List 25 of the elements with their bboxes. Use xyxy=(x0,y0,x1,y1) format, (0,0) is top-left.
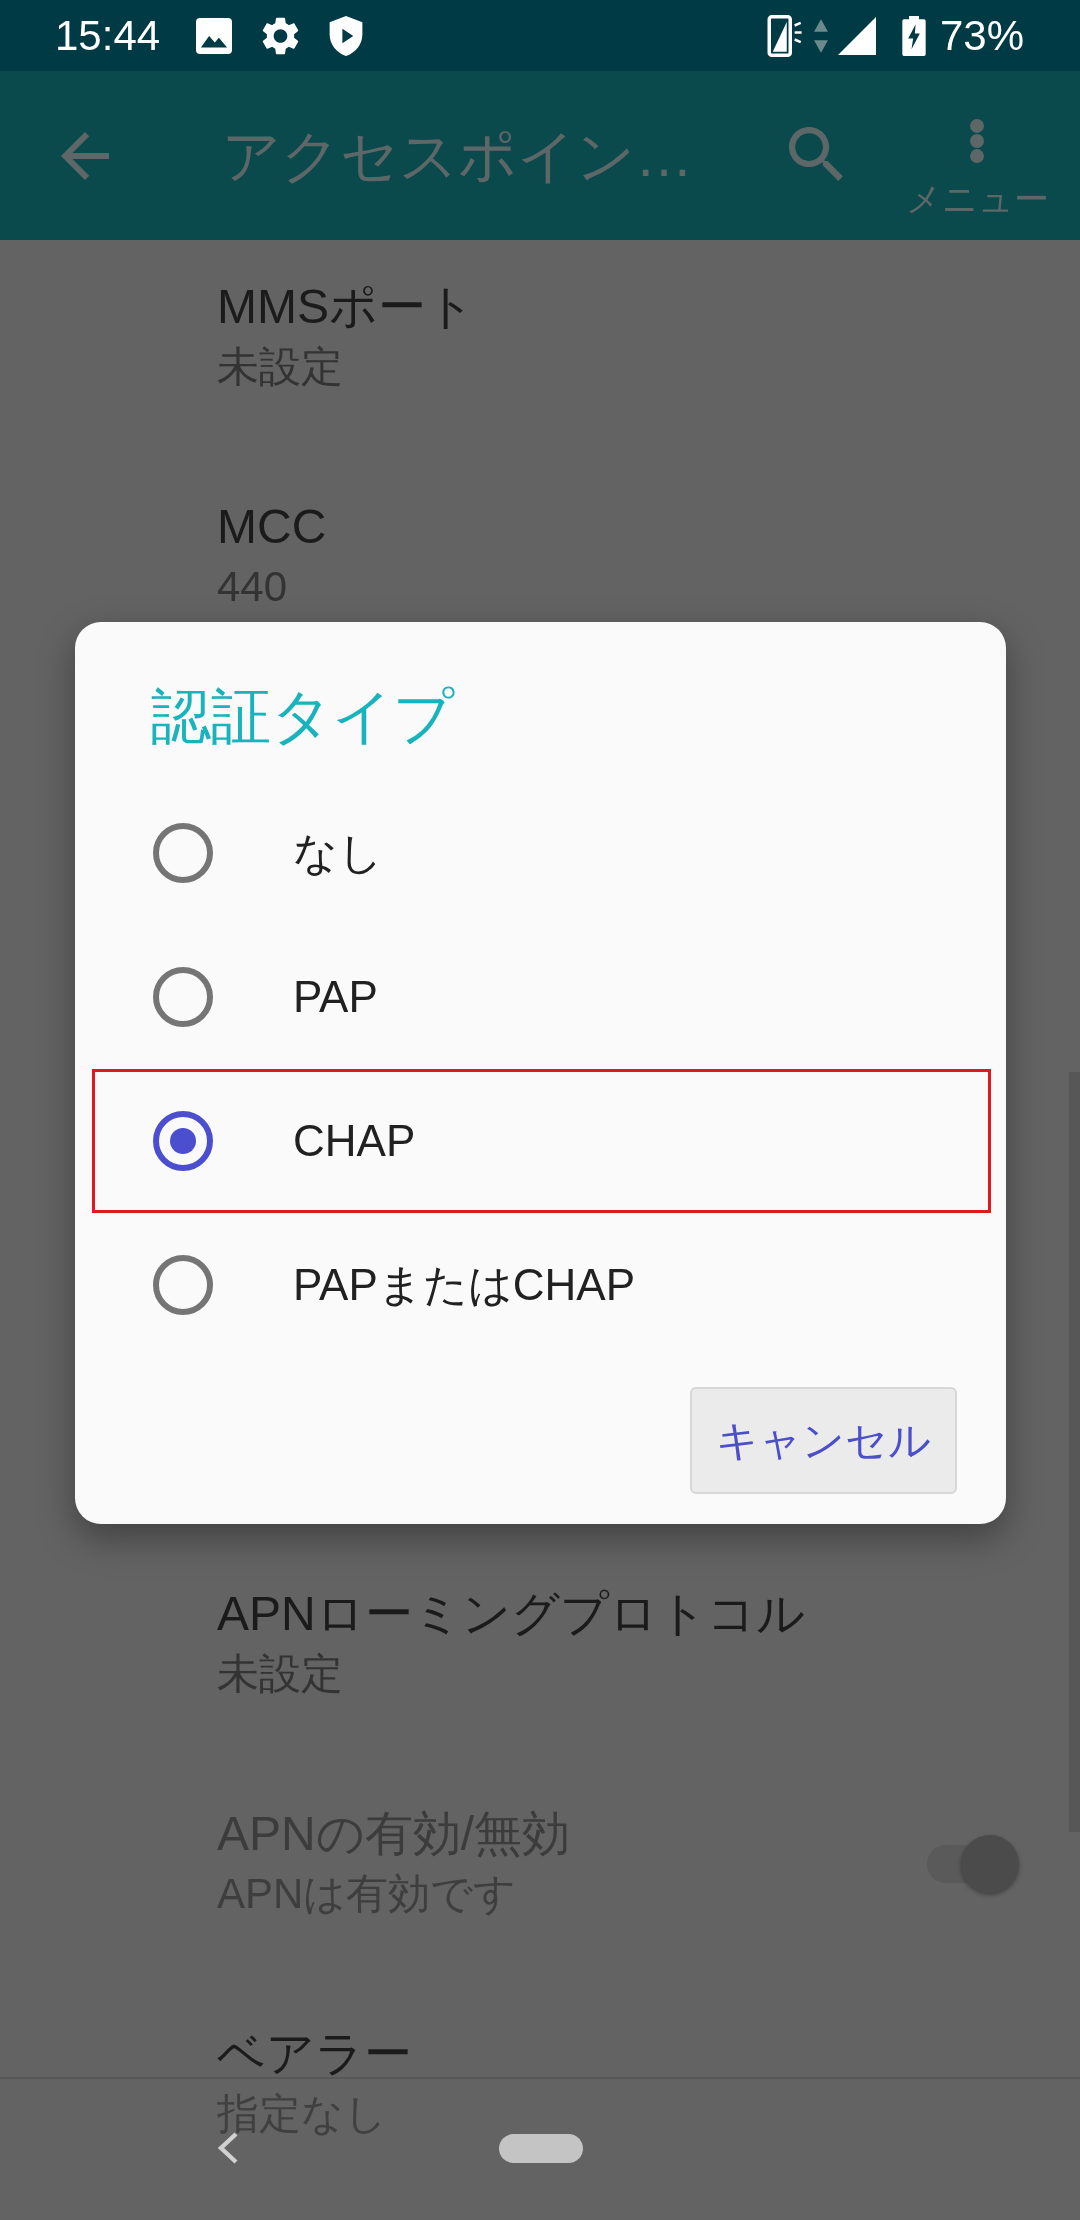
clock-time: 15:44 xyxy=(55,10,161,61)
battery-percent: 73% xyxy=(939,10,1024,61)
cancel-button[interactable]: キャンセル xyxy=(690,1387,957,1494)
radio-option[interactable]: PAP xyxy=(92,925,991,1069)
data-arrows-icon xyxy=(813,18,828,53)
home-pill[interactable] xyxy=(499,2134,583,2163)
radio-option[interactable]: PAPまたはCHAP xyxy=(92,1213,991,1357)
image-icon xyxy=(196,17,233,54)
more-vertical-icon xyxy=(970,119,984,163)
phone-vibrate-icon xyxy=(765,14,804,57)
app-bar-title: アクセスポイン… xyxy=(222,121,693,190)
radio-option[interactable]: なし xyxy=(92,781,991,925)
dialog-title: 認証タイプ xyxy=(151,682,454,752)
setting-title: ベアラー xyxy=(217,2026,412,2082)
radio-option[interactable]: CHAP xyxy=(92,1069,991,1213)
search-icon[interactable] xyxy=(789,127,843,181)
setting-title: MMSポート xyxy=(217,279,475,335)
signal-icon xyxy=(837,16,876,55)
settings-icon xyxy=(262,16,300,55)
setting-title: APNローミングプロトコル xyxy=(217,1586,805,1642)
shield-play-icon xyxy=(329,15,364,56)
nav-back-icon[interactable] xyxy=(217,2132,239,2164)
battery-charging-icon xyxy=(901,15,926,56)
setting-title: MCC xyxy=(217,499,327,555)
back-arrow-icon[interactable] xyxy=(61,131,109,180)
